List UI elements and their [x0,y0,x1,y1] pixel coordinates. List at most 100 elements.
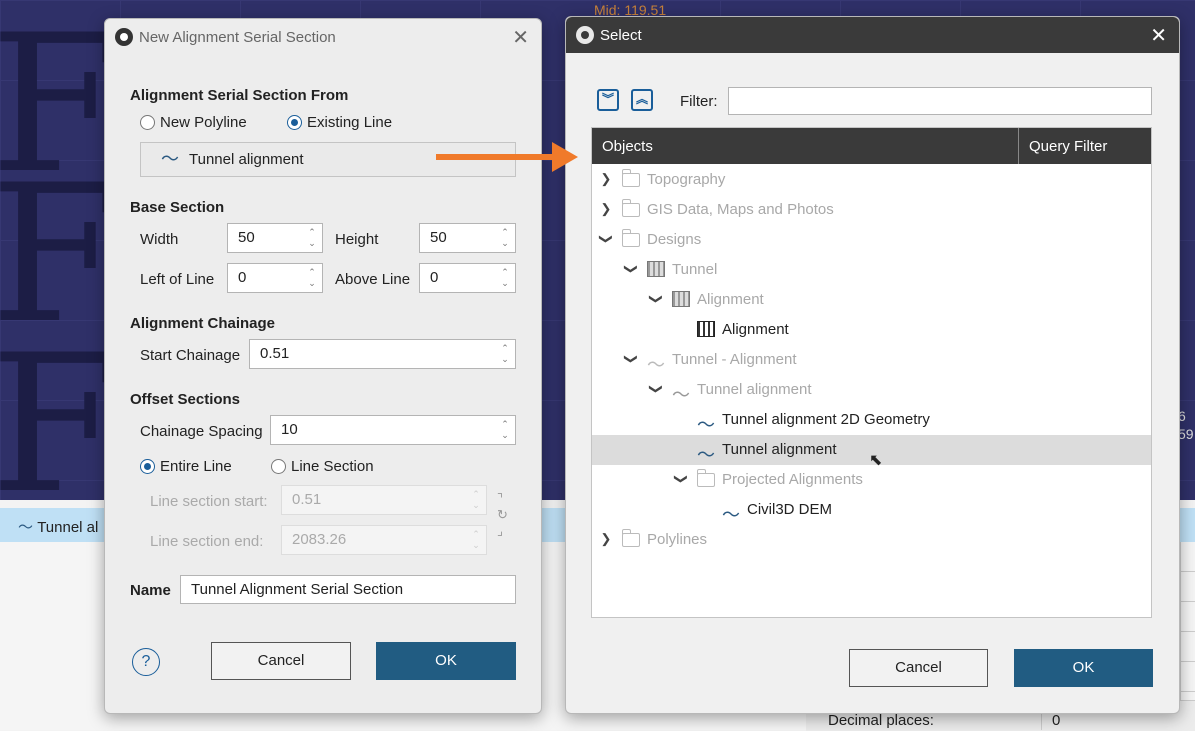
chevron-down-icon[interactable]: ❯ [623,262,639,276]
ok-button[interactable]: OK [376,642,516,680]
column-objects[interactable]: Objects [602,138,653,155]
dialog-titlebar: New Alignment Serial Section ✕ [105,19,541,55]
close-icon[interactable]: ✕ [1150,23,1167,48]
filter-input[interactable] [728,87,1152,115]
new-alignment-dialog: New Alignment Serial Section ✕ Alignment… [104,18,542,714]
polyline-icon: 〜 [18,519,34,536]
mouse-cursor-icon: ⬉ [869,452,883,469]
folder-icon [621,199,642,219]
tree-row-label: Designs [647,231,702,248]
chevron-down-icon[interactable]: ❯ [673,472,689,486]
tree-row-label: Tunnel alignment 2D Geometry [722,411,930,428]
tree-row-label: Alignment [722,321,789,338]
dialog-title: Select [600,27,642,44]
chevron-right-icon[interactable]: ❯ [599,171,613,187]
radio-entire-line[interactable] [140,459,155,474]
radio-existing-line[interactable] [287,115,302,130]
radio-existing-line-label[interactable]: Existing Line [307,114,392,131]
tree-row[interactable]: ❯ Tunnel [592,255,1151,285]
ok-button[interactable]: OK [1014,649,1153,687]
above-line-label: Above Line [335,271,411,288]
folder-icon [621,529,642,549]
tree-row-label: Tunnel alignment [697,381,812,398]
dialog-titlebar: Select ✕ [566,17,1179,53]
name-label: Name [130,582,171,599]
width-label: Width [140,231,179,248]
tree-row[interactable]: 〜 Tunnel alignment 2D Geometry [592,405,1151,435]
radio-line-section-label[interactable]: Line Section [291,458,374,475]
object-tree[interactable]: Objects Query Filter ❯ Topography ❯ GIS … [591,127,1152,618]
polyline-icon: 〜 [722,505,740,525]
radio-new-polyline[interactable] [140,115,155,130]
tree-row[interactable]: ❯ 〜 Tunnel - Alignment [592,345,1151,375]
decimal-places-label: Decimal places: [828,712,934,729]
tree-row-label: GIS Data, Maps and Photos [647,201,834,218]
section-heading-base: Base Section [130,199,225,216]
polyline-icon: 〜 [672,385,690,405]
section-heading-from: Alignment Serial Section From [130,87,349,104]
tree-row[interactable]: Alignment [592,315,1151,345]
polyline-icon: 〜 [697,445,715,465]
tree-row[interactable]: ❯ 〜 Tunnel alignment [592,375,1151,405]
section-heading-offset: Offset Sections [130,391,241,408]
tree-row-label: Civil3D DEM [747,501,833,518]
height-input[interactable]: 50 ⌃ ⌄ [419,223,516,253]
cancel-button[interactable]: Cancel [849,649,988,687]
cancel-button[interactable]: Cancel [211,642,351,680]
chevron-down-icon[interactable]: ❯ [648,292,664,306]
spinner-icon[interactable]: ⌃ ⌄ [499,343,511,365]
chevron-right-icon[interactable]: ❯ [599,531,613,547]
app-logo-icon [576,26,594,44]
building-icon [647,261,667,279]
tree-row[interactable]: ❯ Alignment [592,285,1151,315]
left-of-line-input[interactable]: 0 ⌃ ⌄ [227,263,323,293]
chevron-down-icon[interactable]: ❯ [598,232,614,246]
section-heading-chainage: Alignment Chainage [130,315,276,332]
decimal-places-value[interactable]: 0 [1052,712,1060,729]
chevron-down-icon[interactable]: ❯ [623,352,639,366]
spinner-icon: ⌃ ⌄ [472,529,480,550]
radio-entire-line-label[interactable]: Entire Line [160,458,232,475]
width-input[interactable]: 50 ⌃ ⌄ [227,223,323,253]
spinner-icon[interactable]: ⌃ ⌄ [306,267,318,289]
start-chainage-input[interactable]: 0.51 ⌃ ⌄ [249,339,516,369]
spinner-icon[interactable]: ⌃ ⌄ [499,419,511,441]
callout-arrow-head [552,142,578,172]
building-icon [697,321,717,339]
tree-row[interactable]: ❯ Designs [592,225,1151,255]
selected-line-value: Tunnel alignment [189,151,304,168]
bottom-table-cells [1180,542,1195,702]
close-icon[interactable]: ✕ [512,25,529,50]
strip-label: 〜 Tunnel al [18,519,99,536]
column-divider[interactable] [1018,128,1019,164]
dialog-title: New Alignment Serial Section [139,29,336,46]
spinner-icon[interactable]: ⌃ ⌄ [499,267,511,289]
collapse-all-icon[interactable]: ︽ [631,89,653,111]
above-line-input[interactable]: 0 ⌃ ⌄ [419,263,516,293]
column-query-filter[interactable]: Query Filter [1029,138,1107,155]
tree-row[interactable]: ❯ GIS Data, Maps and Photos [592,195,1151,225]
tree-row-label: Projected Alignments [722,471,863,488]
spinner-icon[interactable]: ⌃ ⌄ [499,227,511,249]
expand-all-icon[interactable]: ︾ [597,89,619,111]
name-input[interactable]: Tunnel Alignment Serial Section [180,575,516,604]
select-dialog: Select ✕ ︾ ︽ Filter: Objects Query Filte… [565,16,1180,714]
tree-row[interactable]: 〜 Civil3D DEM [592,495,1151,525]
link-values-icon[interactable]: ⌝ ↻ ⌟ [497,491,517,549]
line-section-start-input: 0.51 ⌃ ⌄ [281,485,487,515]
tree-header: Objects Query Filter [592,128,1151,164]
tree-row-label: Alignment [697,291,764,308]
radio-line-section[interactable] [271,459,286,474]
radio-new-polyline-label[interactable]: New Polyline [160,114,247,131]
tree-row[interactable]: ❯ Polylines [592,525,1151,555]
line-section-end-input: 2083.26 ⌃ ⌄ [281,525,487,555]
chainage-spacing-input[interactable]: 10 ⌃ ⌄ [270,415,516,445]
help-icon[interactable]: ? [132,648,160,676]
folder-icon [621,169,642,189]
tree-row[interactable]: ❯ Topography [592,165,1151,195]
start-chainage-label: Start Chainage [140,347,241,364]
chevron-down-icon[interactable]: ❯ [648,382,664,396]
spinner-icon: ⌃ ⌄ [472,489,480,510]
chevron-right-icon[interactable]: ❯ [599,201,613,217]
spinner-icon[interactable]: ⌃ ⌄ [306,227,318,249]
